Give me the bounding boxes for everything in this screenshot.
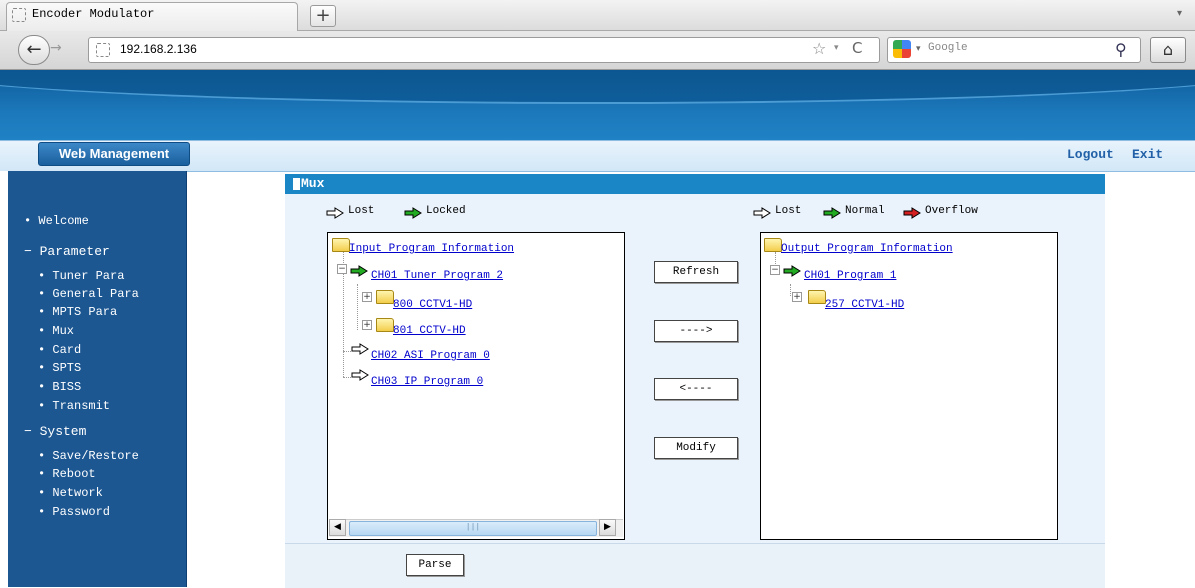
locked-arrow-icon bbox=[404, 207, 422, 219]
input-program-800[interactable]: 800 CCTV1-HD bbox=[393, 299, 472, 311]
overflow-arrow-icon bbox=[903, 207, 921, 219]
back-button[interactable]: ← bbox=[18, 35, 50, 65]
sidebar-item-card[interactable]: • Card bbox=[38, 343, 81, 357]
input-channel-ch03[interactable]: CH03 IP Program 0 bbox=[371, 376, 483, 388]
legend-normal: Normal bbox=[845, 205, 885, 217]
tree-line bbox=[357, 284, 358, 330]
sidebar-item-save-restore[interactable]: • Save/Restore bbox=[38, 449, 139, 463]
page-favicon-icon bbox=[12, 8, 26, 22]
page-banner bbox=[0, 70, 1195, 140]
expand-toggle-icon[interactable]: + bbox=[362, 320, 372, 330]
lost-arrow-icon bbox=[351, 343, 369, 355]
sidebar-item-tuner-para[interactable]: • Tuner Para bbox=[38, 269, 124, 283]
banner-decoration bbox=[0, 70, 1195, 104]
locked-arrow-icon bbox=[350, 265, 368, 277]
sidebar-section-parameter[interactable]: − Parameter bbox=[24, 244, 110, 259]
search-bar[interactable] bbox=[887, 37, 1141, 63]
collapse-toggle-icon[interactable]: − bbox=[337, 264, 347, 274]
normal-arrow-icon bbox=[783, 265, 801, 277]
lost-arrow-icon bbox=[351, 369, 369, 381]
tree-line bbox=[343, 351, 351, 352]
search-engine-dropdown-icon[interactable]: ▾ bbox=[916, 44, 921, 54]
legend-lost: Lost bbox=[348, 205, 375, 217]
page-title: Mux bbox=[301, 176, 325, 191]
site-identity-icon[interactable] bbox=[96, 43, 110, 57]
search-icon[interactable]: ⚲ bbox=[1115, 40, 1127, 59]
logout-link[interactable]: Logout bbox=[1067, 147, 1114, 162]
sidebar-item-mpts-para[interactable]: • MPTS Para bbox=[38, 305, 117, 319]
sidebar-item-password[interactable]: • Password bbox=[38, 505, 110, 519]
output-program-257[interactable]: 257 CCTV1-HD bbox=[825, 299, 904, 311]
tree-line bbox=[790, 284, 791, 296]
legend-overflow: Overflow bbox=[925, 205, 978, 217]
sidebar-item-biss[interactable]: • BISS bbox=[38, 380, 81, 394]
folder-icon bbox=[376, 318, 394, 332]
search-input[interactable]: Google bbox=[928, 42, 968, 54]
folder-icon bbox=[808, 290, 826, 304]
new-tab-button[interactable]: + bbox=[310, 5, 336, 27]
sidebar-item-mux[interactable]: • Mux bbox=[38, 324, 74, 338]
home-button[interactable]: ⌂ bbox=[1150, 37, 1186, 63]
add-to-output-button[interactable]: ----> bbox=[654, 320, 738, 342]
search-engine-icon[interactable] bbox=[893, 40, 911, 58]
expand-toggle-icon[interactable]: + bbox=[792, 292, 802, 302]
input-program-801[interactable]: 801 CCTV-HD bbox=[393, 325, 466, 337]
browser-tab-title: Encoder Modulator bbox=[32, 7, 155, 21]
sidebar-item-transmit[interactable]: • Transmit bbox=[38, 399, 110, 413]
history-dropdown-icon[interactable]: ▾ bbox=[834, 43, 839, 53]
bookmark-star-icon[interactable]: ☆ bbox=[812, 39, 826, 58]
lost-arrow-icon bbox=[326, 207, 344, 219]
address-bar[interactable] bbox=[88, 37, 880, 63]
address-text[interactable]: 192.168.2.136 bbox=[120, 42, 197, 56]
folder-icon bbox=[376, 290, 394, 304]
refresh-button[interactable]: Refresh bbox=[654, 261, 738, 283]
output-tree-root[interactable]: Output Program Information bbox=[781, 243, 953, 255]
sidebar bbox=[8, 171, 187, 587]
legend-lost-output: Lost bbox=[775, 205, 802, 217]
exit-link[interactable]: Exit bbox=[1132, 147, 1163, 162]
sidebar-item-reboot[interactable]: • Reboot bbox=[38, 467, 96, 481]
input-channel-ch01[interactable]: CH01 Tuner Program 2 bbox=[371, 270, 503, 282]
web-management-tab[interactable]: Web Management bbox=[38, 142, 190, 166]
tree-line bbox=[343, 377, 351, 378]
sidebar-section-system[interactable]: − System bbox=[24, 424, 86, 439]
mux-title-bullet bbox=[293, 178, 300, 190]
mux-title-bar bbox=[285, 174, 1105, 194]
sidebar-item-general-para[interactable]: • General Para bbox=[38, 287, 139, 301]
normal-arrow-icon bbox=[823, 207, 841, 219]
expand-toggle-icon[interactable]: + bbox=[362, 292, 372, 302]
tab-list-chevron-icon[interactable]: ▾ bbox=[1177, 8, 1182, 19]
input-channel-ch02[interactable]: CH02 ASI Program 0 bbox=[371, 350, 490, 362]
folder-icon bbox=[332, 238, 350, 252]
parse-button[interactable]: Parse bbox=[406, 554, 464, 576]
sidebar-margin bbox=[0, 171, 8, 587]
sidebar-item-welcome[interactable]: • Welcome bbox=[24, 214, 89, 228]
remove-from-output-button[interactable]: <---- bbox=[654, 378, 738, 400]
lost-arrow-icon bbox=[753, 207, 771, 219]
input-tree-root[interactable]: Input Program Information bbox=[349, 243, 514, 255]
output-channel-ch01[interactable]: CH01 Program 1 bbox=[804, 270, 896, 282]
forward-button[interactable]: → bbox=[50, 40, 62, 56]
sidebar-item-spts[interactable]: • SPTS bbox=[38, 361, 81, 375]
scroll-left-icon[interactable]: ◀ bbox=[329, 519, 346, 536]
collapse-toggle-icon[interactable]: − bbox=[770, 265, 780, 275]
legend-locked: Locked bbox=[426, 205, 466, 217]
sidebar-item-network[interactable]: • Network bbox=[38, 486, 103, 500]
scroll-right-icon[interactable]: ▶ bbox=[599, 519, 616, 536]
scroll-thumb[interactable]: ||| bbox=[349, 521, 597, 536]
reload-icon[interactable]: C bbox=[852, 39, 862, 57]
modify-button[interactable]: Modify bbox=[654, 437, 738, 459]
folder-icon bbox=[764, 238, 782, 252]
